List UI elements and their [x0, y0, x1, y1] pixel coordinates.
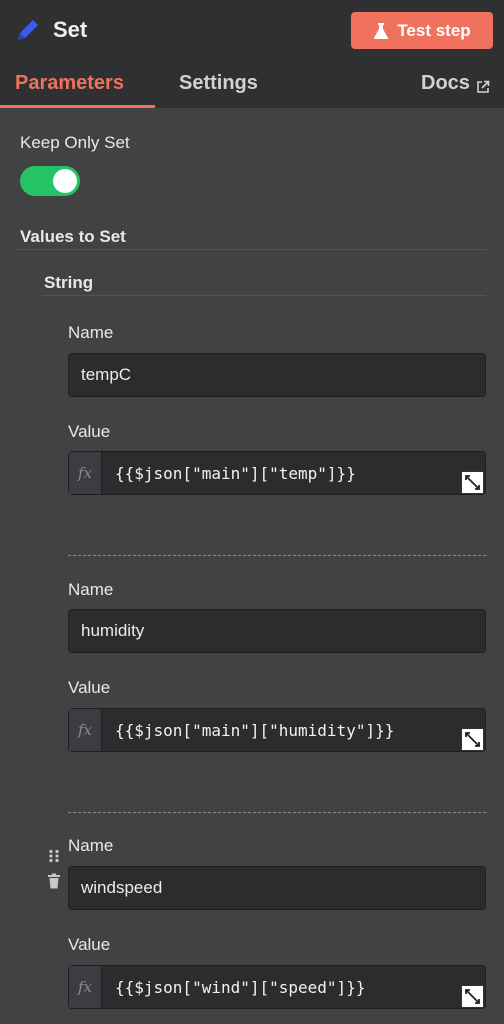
expand-icon[interactable]: [461, 728, 484, 751]
value-expression-input[interactable]: fx {{$json["main"]["humidity"]}}: [68, 708, 486, 752]
tab-docs-label: Docs: [421, 72, 470, 94]
expression-text: {{$json["wind"]["speed"]}}: [115, 977, 366, 997]
values-to-set-heading: Values to Set: [20, 227, 126, 246]
string-divider: [42, 295, 486, 296]
fx-badge: fx: [69, 452, 102, 494]
name-value: windspeed: [81, 878, 163, 897]
value-expression-input[interactable]: fx {{$json["main"]["temp"]}}: [68, 451, 486, 495]
name-input[interactable]: tempC: [68, 353, 486, 397]
fx-badge: fx: [69, 709, 102, 751]
value-label: Value: [68, 678, 111, 697]
test-step-button[interactable]: Test step: [351, 12, 493, 49]
name-value: tempC: [81, 365, 132, 384]
string-heading: String: [44, 273, 94, 292]
page-title: Set: [53, 17, 88, 42]
expand-icon[interactable]: [461, 471, 484, 494]
name-input[interactable]: windspeed: [68, 866, 486, 910]
drag-handle-icon[interactable]: [48, 849, 60, 863]
section-divider: [16, 249, 486, 250]
keep-only-set-label: Keep Only Set: [20, 133, 130, 152]
value-label: Value: [68, 422, 111, 441]
value-label: Value: [68, 935, 111, 954]
name-value: humidity: [81, 621, 145, 640]
active-tab-indicator: [0, 105, 155, 108]
flask-icon: [373, 22, 389, 40]
toggle-knob: [53, 169, 77, 193]
name-label: Name: [68, 580, 114, 599]
trash-icon[interactable]: [47, 873, 61, 889]
external-link-icon: [476, 77, 490, 93]
keep-only-set-toggle[interactable]: [20, 166, 80, 196]
expression-text: {{$json["main"]["humidity"]}}: [115, 720, 395, 740]
title-row: Set: [14, 12, 87, 48]
name-input[interactable]: humidity: [68, 609, 486, 653]
tab-docs[interactable]: Docs: [421, 72, 490, 95]
fx-badge: fx: [69, 966, 102, 1008]
name-label: Name: [68, 323, 114, 342]
tab-bar: Parameters Settings Docs: [0, 62, 504, 108]
value-expression-input[interactable]: fx {{$json["wind"]["speed"]}}: [68, 965, 486, 1009]
test-step-label: Test step: [397, 20, 471, 40]
expand-icon[interactable]: [461, 985, 484, 1008]
node-header: Set Test step Parameters Settings Docs: [0, 0, 504, 108]
tab-parameters[interactable]: Parameters: [15, 72, 124, 95]
field-separator: [68, 555, 486, 556]
name-label: Name: [68, 836, 114, 855]
field-separator: [68, 812, 486, 813]
tab-settings[interactable]: Settings: [179, 72, 258, 95]
pencil-icon: [14, 16, 42, 44]
expression-text: {{$json["main"]["temp"]}}: [115, 463, 356, 483]
